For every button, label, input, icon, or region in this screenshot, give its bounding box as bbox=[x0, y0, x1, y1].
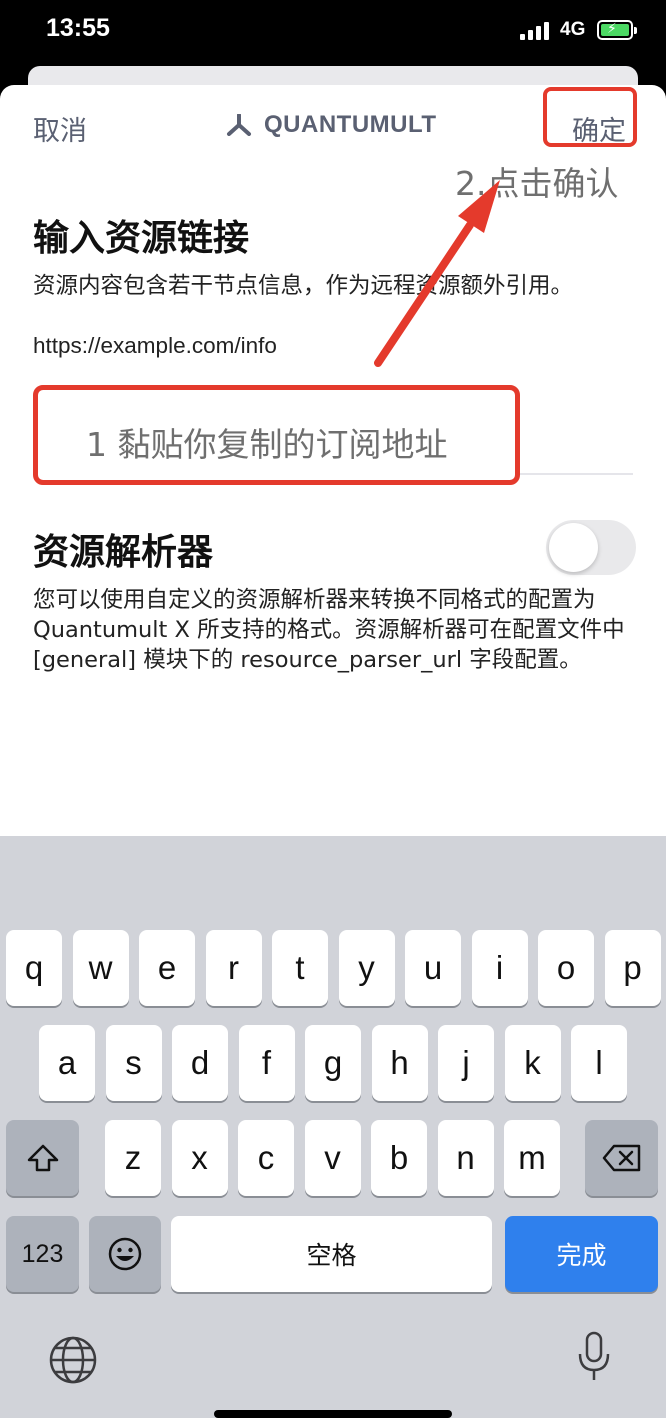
step1-annotation: 1 黏贴你复制的订阅地址 bbox=[86, 425, 448, 464]
key-s[interactable]: s bbox=[105, 1025, 162, 1101]
app-title-text: QUANTUMULT bbox=[264, 111, 437, 138]
key-l[interactable]: l bbox=[571, 1025, 627, 1101]
key-f[interactable]: f bbox=[238, 1025, 295, 1101]
key-e[interactable]: e bbox=[139, 930, 195, 1006]
key-n[interactable]: n bbox=[437, 1120, 494, 1196]
done-key[interactable]: 完成 bbox=[505, 1216, 658, 1292]
step2-annotation: 2.点击确认 bbox=[455, 164, 619, 203]
key-q[interactable]: q bbox=[6, 930, 62, 1006]
key-m[interactable]: m bbox=[504, 1120, 560, 1196]
signal-icon bbox=[520, 22, 550, 40]
app-title: QUANTUMULT bbox=[226, 111, 437, 139]
parser-toggle[interactable] bbox=[546, 520, 636, 575]
key-v[interactable]: v bbox=[304, 1120, 361, 1196]
key-j[interactable]: j bbox=[438, 1025, 494, 1101]
parser-description: 您可以使用自定义的资源解析器来转换不同格式的配置为 Quantumult X 所… bbox=[33, 587, 625, 673]
resource-description: 资源内容包含若干节点信息，作为远程资源额外引用。 bbox=[33, 273, 574, 299]
parser-title: 资源解析器 bbox=[33, 532, 214, 573]
example-url: https://example.com/info bbox=[33, 333, 277, 358]
keyboard: qwertyuiop asdfghjkl zxcvbnm 123 空格 完成 bbox=[0, 836, 666, 1418]
home-indicator bbox=[214, 1410, 452, 1418]
mic-icon[interactable] bbox=[574, 1330, 614, 1384]
shift-key[interactable] bbox=[6, 1120, 79, 1196]
cancel-button[interactable]: 取消 bbox=[33, 109, 87, 148]
status-time: 13:55 bbox=[46, 14, 110, 42]
key-w[interactable]: w bbox=[72, 930, 129, 1006]
delete-icon bbox=[602, 1144, 640, 1172]
key-p[interactable]: p bbox=[604, 930, 661, 1006]
network-type: 4G bbox=[560, 19, 586, 40]
emoji-key[interactable] bbox=[89, 1216, 161, 1292]
key-u[interactable]: u bbox=[405, 930, 461, 1006]
confirm-highlight-box bbox=[543, 87, 637, 147]
quantumult-logo-icon bbox=[227, 114, 251, 136]
key-o[interactable]: o bbox=[538, 930, 594, 1006]
key-c[interactable]: c bbox=[238, 1120, 294, 1196]
delete-key[interactable] bbox=[585, 1120, 658, 1196]
toggle-knob bbox=[549, 523, 598, 572]
key-x[interactable]: x bbox=[171, 1120, 228, 1196]
numbers-key[interactable]: 123 bbox=[6, 1216, 79, 1292]
emoji-icon bbox=[108, 1237, 142, 1271]
key-d[interactable]: d bbox=[172, 1025, 228, 1101]
key-y[interactable]: y bbox=[338, 930, 395, 1006]
key-k[interactable]: k bbox=[504, 1025, 561, 1101]
key-b[interactable]: b bbox=[371, 1120, 427, 1196]
add-resource-sheet: 取消 QUANTUMULT 确定 2.点击确认 输入资源链接 资源内容包含若干节… bbox=[0, 85, 666, 845]
shift-icon bbox=[27, 1144, 58, 1172]
key-a[interactable]: a bbox=[39, 1025, 95, 1101]
globe-icon[interactable] bbox=[48, 1335, 98, 1385]
resource-link-title: 输入资源链接 bbox=[33, 218, 250, 259]
key-z[interactable]: z bbox=[105, 1120, 161, 1196]
key-t[interactable]: t bbox=[272, 930, 328, 1006]
space-key[interactable]: 空格 bbox=[171, 1216, 492, 1292]
key-i[interactable]: i bbox=[471, 930, 528, 1006]
battery-icon: ⚡ bbox=[597, 20, 637, 40]
key-r[interactable]: r bbox=[205, 930, 262, 1006]
resource-url-input[interactable]: 1 黏贴你复制的订阅地址 bbox=[33, 385, 520, 485]
key-g[interactable]: g bbox=[305, 1025, 361, 1101]
key-h[interactable]: h bbox=[371, 1025, 428, 1101]
status-bar: 13:55 4G ⚡ bbox=[0, 0, 666, 62]
